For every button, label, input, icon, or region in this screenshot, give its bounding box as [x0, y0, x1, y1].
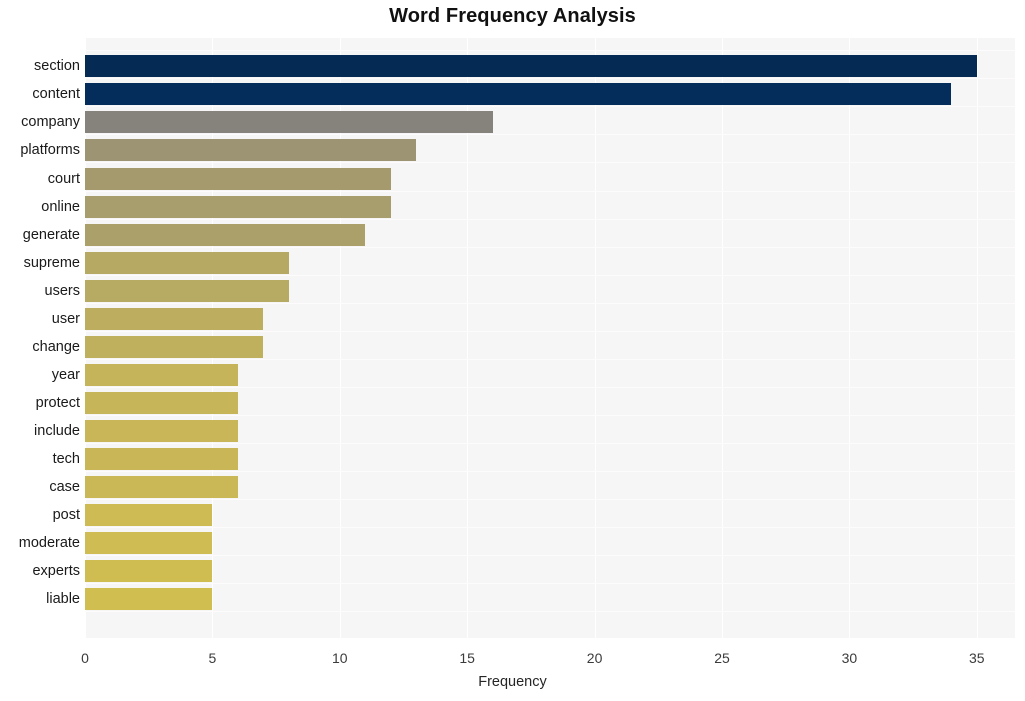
gridline-horizontal	[85, 162, 1015, 163]
y-axis-tick-label: court	[47, 171, 80, 187]
chart-title: Word Frequency Analysis	[389, 5, 636, 27]
bar[interactable]	[85, 504, 212, 526]
bar[interactable]	[85, 392, 238, 414]
bar[interactable]	[85, 83, 951, 105]
gridline-horizontal	[85, 134, 1015, 135]
bar[interactable]	[85, 139, 416, 161]
y-axis-tick-label: change	[32, 339, 80, 355]
gridline-horizontal	[85, 331, 1015, 332]
gridline-horizontal	[85, 387, 1015, 388]
bar[interactable]	[85, 420, 238, 442]
bar[interactable]	[85, 55, 977, 77]
y-axis-tick-label: case	[49, 479, 80, 495]
bar[interactable]	[85, 308, 263, 330]
bar[interactable]	[85, 476, 238, 498]
gridline-horizontal	[85, 611, 1015, 612]
gridline-vertical	[721, 38, 723, 638]
bar[interactable]	[85, 588, 212, 610]
y-axis-tick-label: content	[32, 86, 80, 102]
y-axis-tick-label: online	[41, 199, 80, 215]
gridline-horizontal	[85, 443, 1015, 444]
bar[interactable]	[85, 532, 212, 554]
gridline-horizontal	[85, 275, 1015, 276]
bar[interactable]	[85, 196, 391, 218]
bar[interactable]	[85, 560, 212, 582]
y-axis-tick-label: platforms	[20, 142, 80, 158]
gridline-horizontal	[85, 415, 1015, 416]
gridline-horizontal	[85, 78, 1015, 79]
y-axis-tick-label: liable	[46, 591, 80, 607]
bar[interactable]	[85, 111, 493, 133]
y-axis-tick-label: section	[34, 58, 80, 74]
bar[interactable]	[85, 168, 391, 190]
gridline-horizontal	[85, 303, 1015, 304]
gridline-horizontal	[85, 583, 1015, 584]
x-axis-tick-label: 20	[586, 650, 603, 666]
plot-area	[85, 38, 1015, 638]
y-axis-tick-label: company	[21, 114, 80, 130]
x-axis-tick-label: 10	[331, 650, 348, 666]
x-axis-tick-label: 5	[208, 650, 217, 666]
x-axis-tick-labels: 0 5 10 15 20 25 30 35	[81, 650, 1015, 670]
bar[interactable]	[85, 224, 365, 246]
gridline-vertical	[976, 38, 978, 638]
gridline-horizontal	[85, 106, 1015, 107]
gridline-vertical	[849, 38, 851, 638]
y-axis-tick-label: tech	[52, 451, 80, 467]
x-axis-tick-label: 15	[459, 650, 475, 666]
gridline-horizontal	[85, 499, 1015, 500]
y-axis-tick-label: post	[52, 507, 80, 523]
bar[interactable]	[85, 448, 238, 470]
y-axis-tick-label: users	[44, 283, 80, 299]
bar[interactable]	[85, 336, 263, 358]
gridline-horizontal	[85, 471, 1015, 472]
gridline-horizontal	[85, 247, 1015, 248]
y-axis-tick-labels: section content company platforms court onlin…	[0, 38, 80, 638]
gridline-horizontal	[85, 527, 1015, 528]
bar[interactable]	[85, 252, 289, 274]
gridline-horizontal	[85, 219, 1015, 220]
x-axis-title: Frequency	[478, 674, 547, 690]
x-axis-tick-label: 35	[968, 650, 985, 666]
gridline-horizontal	[85, 50, 1015, 51]
gridline-horizontal	[85, 359, 1015, 360]
y-axis-tick-label: supreme	[23, 255, 80, 271]
bar[interactable]	[85, 280, 289, 302]
y-axis-tick-label: experts	[32, 563, 80, 579]
y-axis-tick-label: moderate	[18, 535, 80, 551]
x-axis-tick-label: 30	[841, 650, 858, 666]
y-axis-tick-label: generate	[22, 227, 80, 243]
y-axis-tick-label: year	[51, 367, 80, 383]
gridline-horizontal	[85, 191, 1015, 192]
y-axis-tick-label: include	[34, 423, 80, 439]
y-axis-tick-label: protect	[35, 395, 80, 411]
y-axis-tick-label: user	[51, 311, 80, 327]
x-axis-tick-label: 0	[81, 650, 89, 666]
chart-figure: Word Frequency Analysis section content co…	[0, 0, 1025, 701]
gridline-horizontal	[85, 555, 1015, 556]
x-axis-tick-label: 25	[714, 650, 730, 666]
bar[interactable]	[85, 364, 238, 386]
gridline-vertical	[594, 38, 596, 638]
